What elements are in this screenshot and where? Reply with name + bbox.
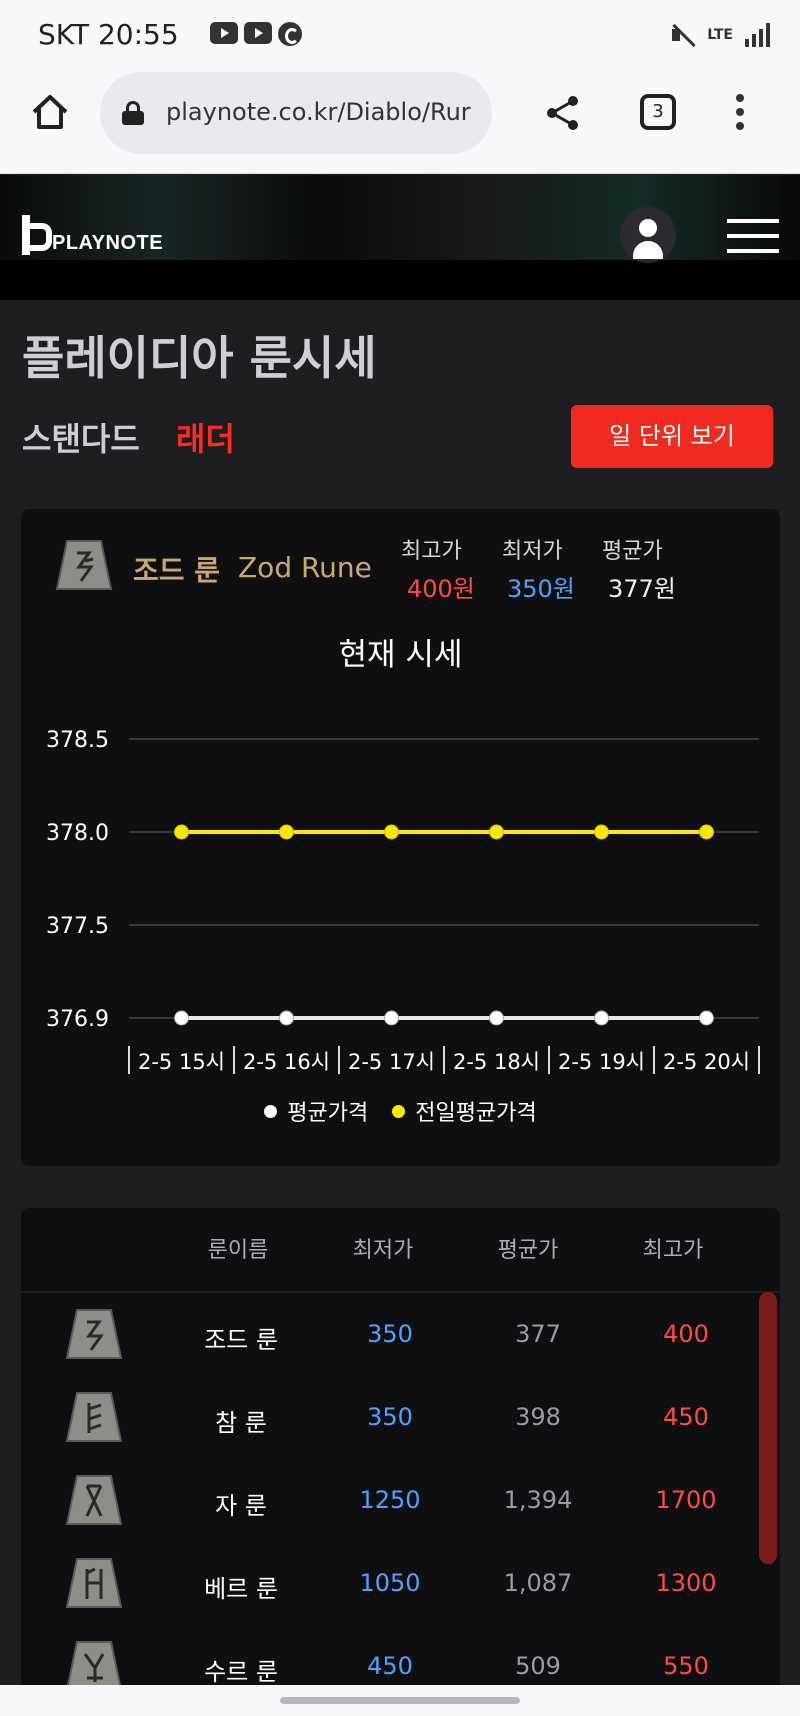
min-price-cell: 350 [367, 1403, 413, 1431]
rune-name-cell: 수르 룬 [204, 1658, 278, 1686]
data-point [384, 1010, 399, 1026]
data-point [489, 1010, 504, 1026]
max-price-cell: 450 [663, 1403, 709, 1431]
column-header-max: 최고가 [642, 1238, 704, 1263]
status-carrier-time: SKT 20:55 [38, 18, 179, 51]
url-text[interactable]: playnote.co.kr/Diablo/Rur [166, 98, 484, 126]
avg-price-cell: 1,394 [503, 1486, 573, 1514]
x-tick-label: 2-5 19시 [558, 1050, 645, 1074]
price-chart-card: 조드 룬 Zod Rune 최고가 400원 최저가 350원 평균가 377원… [21, 509, 780, 1166]
max-price-cell: 1300 [655, 1569, 717, 1597]
site-header: PLAYNOTE [0, 175, 800, 300]
rune-price-table: 룬이름 최저가 평균가 최고가 조드 룬 350 377 400 참 룬 350… [21, 1208, 780, 1716]
column-header-min: 최저가 [352, 1238, 414, 1263]
youtube-icon [244, 22, 272, 44]
min-price-cell: 1050 [359, 1569, 421, 1597]
legend-label-average: 평균가격 [287, 1101, 369, 1126]
address-bar[interactable]: playnote.co.kr/Diablo/Rur [100, 72, 492, 154]
legend-dot-yellow [392, 1104, 406, 1118]
min-price-cell: 350 [367, 1320, 413, 1348]
kebab-menu-icon[interactable] [736, 94, 746, 134]
x-tick-label: 2-5 17시 [348, 1050, 435, 1074]
legend-dot-white [264, 1104, 278, 1118]
jah-rune-icon [65, 1475, 123, 1525]
legend-label-previous-day-average: 전일평균가격 [415, 1101, 537, 1126]
table-row[interactable]: 참 룬 350 398 450 [21, 1376, 780, 1459]
y-tick-label: 378.5 [46, 728, 109, 753]
data-point [489, 824, 504, 840]
column-header-name: 룬이름 [207, 1238, 269, 1263]
data-point [174, 1010, 189, 1026]
y-tick-label: 376.9 [46, 1007, 109, 1032]
table-row[interactable]: 베르 룬 1050 1,087 1300 [21, 1542, 780, 1625]
legend-item-previous-day-average[interactable]: 전일평균가격 [392, 1095, 537, 1127]
x-tick-label: 2-5 16시 [243, 1050, 330, 1074]
ber-rune-icon [65, 1558, 123, 1608]
min-price-cell: 1250 [359, 1486, 421, 1514]
avg-price-cell: 1,087 [503, 1569, 573, 1597]
sync-icon [278, 22, 302, 46]
legend-item-average[interactable]: 평균가격 [264, 1095, 368, 1127]
data-point [594, 1010, 609, 1026]
x-tick-label: 2-5 20시 [663, 1050, 750, 1074]
share-icon[interactable] [544, 94, 582, 132]
status-bar: SKT 20:55 LTE [0, 0, 800, 70]
system-navigation-bar [0, 1685, 800, 1716]
rune-name-cell: 참 룬 [215, 1409, 267, 1437]
max-price-cell: 1700 [655, 1486, 717, 1514]
mute-icon [669, 22, 695, 48]
column-header-avg: 평균가 [497, 1238, 559, 1263]
tab-standard[interactable]: 스탠다드 [22, 414, 140, 460]
home-icon[interactable] [30, 92, 70, 132]
data-point [279, 824, 294, 840]
y-tick-label: 378.0 [46, 821, 109, 846]
youtube-icon [210, 22, 238, 44]
max-price-cell: 550 [663, 1652, 709, 1680]
data-point [384, 824, 399, 840]
table-row[interactable]: 자 룬 1250 1,394 1700 [21, 1459, 780, 1542]
gesture-handle[interactable] [280, 1697, 520, 1704]
rune-name-cell: 자 룬 [215, 1492, 267, 1520]
rune-name-cell: 조드 룬 [204, 1326, 278, 1354]
data-point [279, 1010, 294, 1026]
playnote-logo[interactable]: PLAYNOTE [20, 215, 163, 255]
data-point [174, 824, 189, 840]
line-chart: 378.5 378.0 377.5 376.9 2-5 15시 2-5 16시 2-5 17… [46, 728, 760, 1074]
hamburger-menu-icon[interactable] [727, 219, 779, 253]
data-point [594, 824, 609, 840]
avg-price-cell: 377 [515, 1320, 561, 1348]
user-icon[interactable] [620, 207, 676, 263]
lte-icon: LTE [707, 27, 733, 43]
logo-text: PLAYNOTE [52, 232, 164, 254]
y-tick-label: 377.5 [46, 914, 109, 939]
x-tick-label: 2-5 15시 [138, 1050, 225, 1074]
table-scrollbar[interactable] [759, 1292, 777, 1564]
min-price-cell: 450 [367, 1652, 413, 1680]
data-point [699, 824, 714, 840]
page-title: 플레이디아 룬시세 [22, 331, 377, 385]
signal-icon [745, 23, 770, 47]
chart-legend: 평균가격 전일평균가격 [21, 1095, 780, 1127]
avg-price-cell: 509 [515, 1652, 561, 1680]
x-tick-label: 2-5 18시 [453, 1050, 540, 1074]
lock-icon [122, 101, 144, 125]
rune-name-cell: 베르 룬 [204, 1575, 278, 1603]
tab-ladder[interactable]: 래더 [176, 414, 235, 460]
day-view-button[interactable]: 일 단위 보기 [571, 405, 773, 468]
clock-time: 20:55 [97, 18, 179, 51]
zod-rune-icon [65, 1309, 123, 1359]
carrier-label: SKT [38, 18, 90, 51]
avg-price-cell: 398 [515, 1403, 561, 1431]
browser-toolbar: playnote.co.kr/Diablo/Rur 3 [0, 70, 800, 174]
table-row[interactable]: 조드 룬 350 377 400 [21, 1293, 780, 1376]
data-point [699, 1010, 714, 1026]
max-price-cell: 400 [663, 1320, 709, 1348]
tabs-icon[interactable]: 3 [640, 94, 676, 130]
logo-mark-icon [20, 215, 52, 255]
cham-rune-icon [65, 1392, 123, 1442]
